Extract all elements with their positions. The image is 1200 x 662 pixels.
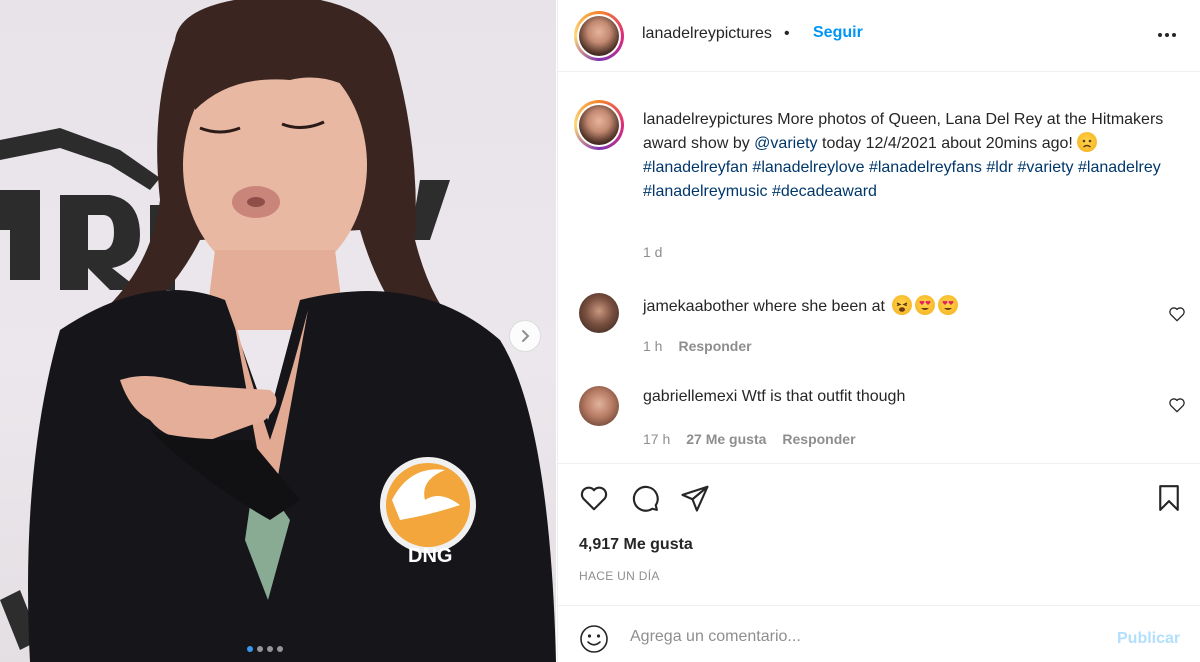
follow-button[interactable]: Seguir <box>813 24 863 42</box>
separator-dot: • <box>784 25 790 42</box>
reply-button[interactable]: Responder <box>678 338 751 354</box>
more-horizontal-icon <box>1158 33 1176 37</box>
hashtag-link[interactable]: #lanadelreyfans <box>869 159 982 176</box>
comment-text: gabriellemexi Wtf is that outfit though <box>643 388 905 406</box>
comment-like-icon[interactable] <box>1167 395 1187 415</box>
carousel-dot <box>267 646 273 652</box>
worried-face-emoji <box>1077 132 1098 152</box>
caption-time[interactable]: 1 d <box>643 244 662 260</box>
photo-illustration: DNG <box>0 0 556 662</box>
caption-text: lanadelreypictures More photos of Queen,… <box>643 108 1183 204</box>
author-username[interactable]: lanadelreypictures <box>642 25 772 43</box>
heart-eyes-emoji <box>938 295 959 315</box>
commenter-avatar[interactable] <box>579 386 619 426</box>
caption-mention[interactable]: @variety <box>754 135 817 152</box>
comment-button[interactable] <box>628 481 662 515</box>
comment-body: where she been at <box>748 298 890 315</box>
save-button[interactable] <box>1152 481 1186 515</box>
commenter-username[interactable]: gabriellemexi <box>643 388 737 405</box>
caption-username[interactable]: lanadelreypictures <box>643 111 773 128</box>
carousel-dot <box>257 646 263 652</box>
more-options-button[interactable] <box>1154 22 1180 48</box>
hashtag-link[interactable]: #variety <box>1018 159 1074 176</box>
paper-plane-icon <box>681 485 709 512</box>
comment-likes[interactable]: 27 Me gusta <box>686 431 766 447</box>
bookmark-icon <box>1159 485 1179 511</box>
caption-avatar[interactable] <box>574 100 624 150</box>
author-avatar[interactable] <box>574 11 624 61</box>
post-photo[interactable]: DNG <box>0 0 556 662</box>
comment-meta: 17 h 27 Me gusta Responder <box>643 431 856 447</box>
comment-body: Wtf is that outfit though <box>737 388 906 405</box>
commenter-username[interactable]: jamekaabother <box>643 298 749 315</box>
comment-like-icon[interactable] <box>1167 304 1187 324</box>
hashtag-link[interactable]: #decadeaward <box>772 183 877 200</box>
likes-count[interactable]: 4,917 Me gusta <box>579 536 693 554</box>
hashtag-link[interactable]: #lanadelrey <box>1078 159 1161 176</box>
like-button[interactable] <box>577 481 611 515</box>
hashtag-link[interactable]: #ldr <box>986 159 1013 176</box>
heart-icon <box>580 486 608 511</box>
hashtag-link[interactable]: #lanadelreymusic <box>643 183 768 200</box>
post-detail-panel: lanadelreypictures • Seguir lanadelreypi… <box>557 0 1200 662</box>
caption-hashtags: #lanadelreyfan #lanadelreylove #lanadelr… <box>643 159 1161 200</box>
post-header: lanadelreypictures • Seguir <box>558 0 1200 72</box>
post-timestamp[interactable]: HACE UN DÍA <box>579 569 660 583</box>
publish-button[interactable]: Publicar <box>1117 630 1180 648</box>
divider <box>558 463 1200 464</box>
comment-meta: 1 h Responder <box>643 338 752 354</box>
emoji-picker-icon[interactable] <box>579 624 609 654</box>
add-comment-bar: Publicar <box>558 605 1200 662</box>
comment-time[interactable]: 17 h <box>643 431 670 447</box>
share-button[interactable] <box>678 481 712 515</box>
comment-input[interactable] <box>630 628 1100 646</box>
caption-body-2: today 12/4/2021 about 20mins ago! <box>817 135 1078 152</box>
reply-button[interactable]: Responder <box>782 431 855 447</box>
comment-text: jamekaabother where she been at <box>643 295 959 316</box>
comment-icon <box>632 485 659 512</box>
svg-text:DNG: DNG <box>408 545 452 567</box>
hashtag-link[interactable]: #lanadelreylove <box>752 159 864 176</box>
carousel-next-button[interactable] <box>509 320 541 352</box>
hashtag-link[interactable]: #lanadelreyfan <box>643 159 748 176</box>
weary-face-emoji <box>892 295 913 315</box>
heart-eyes-emoji <box>915 295 936 315</box>
carousel-dot <box>277 646 283 652</box>
carousel-dot <box>247 646 253 652</box>
comment-time[interactable]: 1 h <box>643 338 662 354</box>
carousel-indicator <box>247 646 283 652</box>
chevron-right-icon <box>522 330 530 342</box>
commenter-avatar[interactable] <box>579 293 619 333</box>
